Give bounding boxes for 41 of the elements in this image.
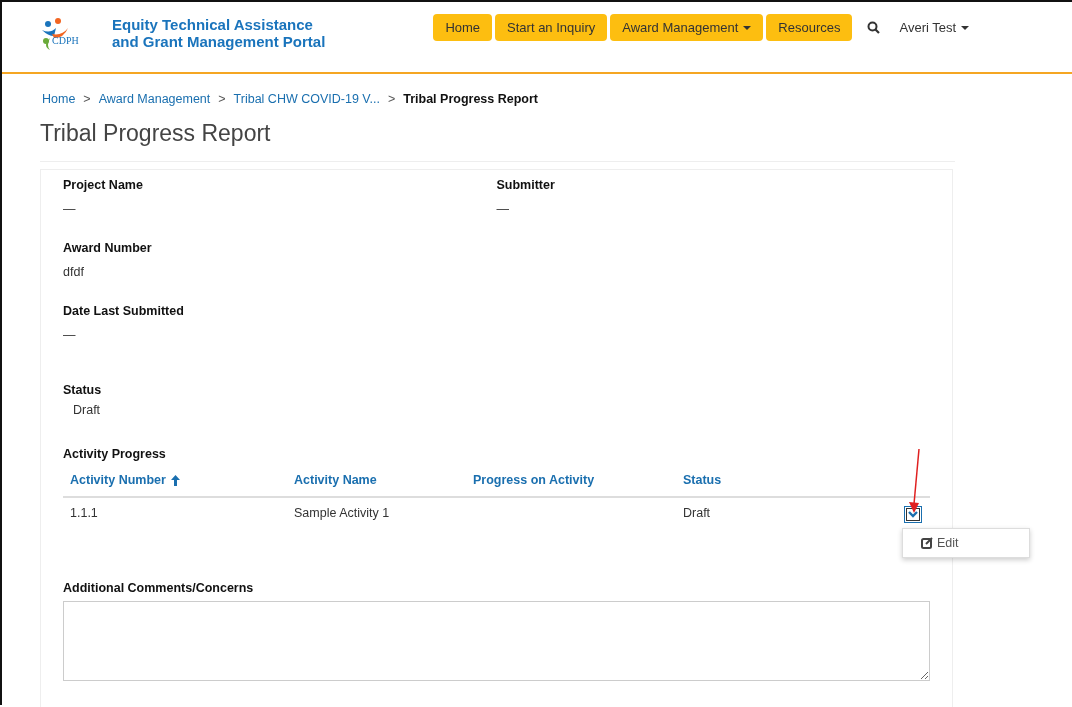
field-value: — (496, 202, 510, 216)
breadcrumb-separator: > (387, 92, 396, 106)
field-label: Status (63, 383, 103, 397)
field-label: Date Last Submitted (63, 304, 185, 318)
logo-text: CDPH (52, 35, 79, 46)
column-header[interactable]: Activity Number (70, 473, 180, 487)
portal-title: Equity Technical Assistance and Grant Management Portal (112, 16, 326, 50)
breadcrumb-separator: > (83, 92, 91, 106)
annotation-arrow (907, 448, 921, 514)
status-value: Draft (73, 403, 102, 417)
field-label: Additional Comments/Concerns (63, 581, 255, 595)
field-label: Award Number (63, 241, 153, 255)
breadcrumb-link[interactable]: Award Management (98, 92, 211, 106)
table-cell: Sample Activity 1 (294, 506, 390, 520)
column-header[interactable]: Activity Name (294, 473, 377, 487)
breadcrumb-link[interactable]: Tribal CHW COVID-19 V... (233, 92, 380, 106)
nav-button[interactable]: Home (433, 14, 493, 41)
edit-icon (921, 537, 933, 549)
column-header[interactable]: Status (683, 473, 722, 487)
table-cell: 1.1.1 (70, 506, 98, 520)
chevron-down-icon (908, 511, 918, 518)
breadcrumb-current: Tribal Progress Report (403, 92, 538, 106)
user-menu[interactable]: Averi Test (899, 20, 970, 35)
column-header[interactable]: Progress on Activity (473, 473, 595, 487)
row-menu-button[interactable] (904, 506, 922, 523)
field-value: — (63, 328, 77, 342)
section-title: Activity Progress (63, 447, 167, 461)
nav-button[interactable]: Start an Inquiry (495, 14, 608, 41)
search-icon[interactable] (867, 21, 881, 34)
field-value: dfdf (63, 265, 85, 279)
nav-button[interactable]: Resources (766, 14, 853, 41)
page-title: Tribal Progress Report (40, 120, 955, 162)
breadcrumb-separator: > (218, 92, 226, 106)
breadcrumb-link[interactable]: Home (42, 92, 76, 106)
menu-item[interactable]: Edit (903, 536, 1029, 550)
field-label: Project Name (63, 178, 144, 192)
field-value: — (63, 202, 77, 216)
table-cell: Draft (683, 506, 711, 520)
comments-field[interactable] (63, 601, 930, 681)
field-label: Submitter (496, 178, 556, 192)
nav-button[interactable]: Award Management (610, 14, 764, 41)
